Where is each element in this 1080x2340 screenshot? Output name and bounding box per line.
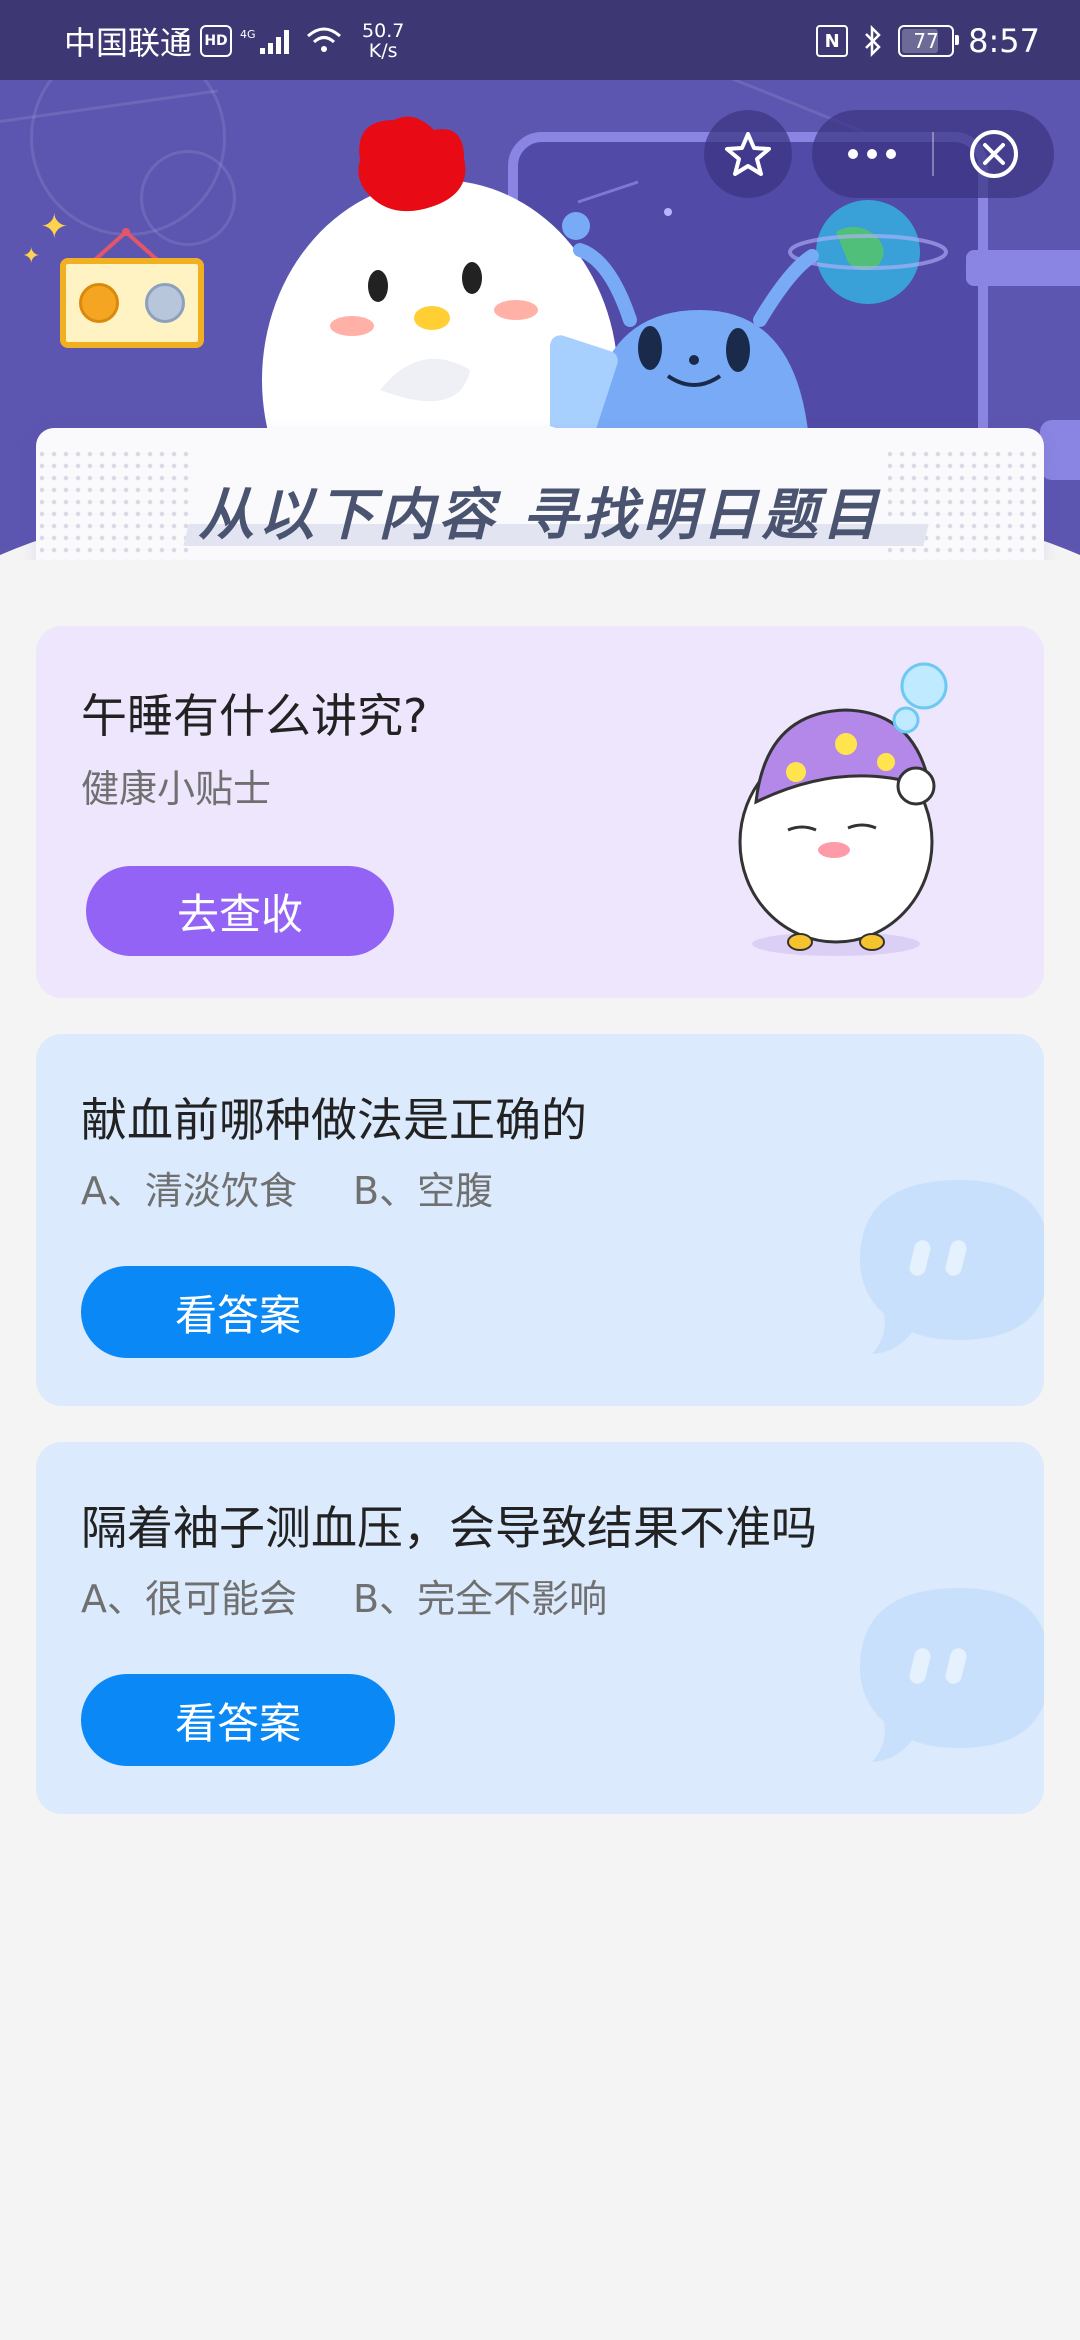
carrier-name: 中国联通 bbox=[64, 24, 193, 62]
banner-title: 从以下内容 寻找明日题目 bbox=[198, 483, 882, 548]
question-card-2: 隔着袖子测血压，会导致结果不准吗 A、很可能会 B、完全不影响 看答案 bbox=[36, 1442, 1044, 1814]
check-tip-button[interactable]: 去查收 bbox=[86, 866, 394, 956]
clock: 8:57 bbox=[968, 22, 1040, 60]
sleeping-mascot-illustration bbox=[738, 662, 948, 956]
option-b: B、空腹 bbox=[353, 1169, 494, 1213]
silver-medal-icon bbox=[145, 283, 185, 323]
chat-bubble-decoration bbox=[860, 1588, 1044, 1762]
health-tip-card: 午睡有什么讲究? 健康小贴士 去查收 bbox=[36, 626, 1044, 998]
question-title-2: 隔着袖子测血压，会导致结果不准吗 bbox=[81, 1501, 817, 1555]
frame-connector bbox=[1040, 420, 1080, 480]
tip-subtitle: 健康小贴士 bbox=[81, 767, 272, 811]
battery-level: 77 bbox=[913, 29, 939, 53]
question-card-1: 献血前哪种做法是正确的 A、清淡饮食 B、空腹 看答案 bbox=[36, 1034, 1044, 1406]
signal-icon: 4G bbox=[240, 28, 290, 54]
more-dot bbox=[886, 149, 896, 159]
nfc-icon: N bbox=[816, 25, 849, 57]
medal-board-decoration bbox=[60, 258, 204, 348]
question-options-1: A、清淡饮食 B、空腹 bbox=[81, 1160, 493, 1215]
frame-connector bbox=[966, 250, 1080, 286]
more-dot bbox=[848, 149, 858, 159]
sparkle-icon: ✦ bbox=[40, 207, 69, 247]
banner-card: 从以下内容 寻找明日题目 bbox=[36, 428, 1044, 560]
mini-program-capsule bbox=[812, 110, 1054, 198]
battery-indicator: 77 bbox=[898, 25, 960, 57]
tip-title: 午睡有什么讲究? bbox=[81, 689, 428, 743]
network-speed-unit: K/s bbox=[368, 40, 398, 62]
close-button[interactable] bbox=[934, 110, 1054, 198]
more-dot bbox=[867, 149, 877, 159]
view-answer-button-2[interactable]: 看答案 bbox=[81, 1674, 395, 1766]
hd-badge: HD bbox=[200, 25, 233, 57]
status-bar: 中国联通 HD 4G 50.7 K/s N 77 8:57 bbox=[0, 0, 1080, 80]
question-title-1: 献血前哪种做法是正确的 bbox=[81, 1093, 587, 1147]
wifi-icon bbox=[307, 27, 342, 52]
view-answer-button-1[interactable]: 看答案 bbox=[81, 1266, 395, 1358]
gold-medal-icon bbox=[79, 283, 119, 323]
network-type: 4G bbox=[240, 28, 256, 41]
favorite-button[interactable] bbox=[704, 110, 792, 198]
question-options-2: A、很可能会 B、完全不影响 bbox=[81, 1568, 607, 1623]
option-b: B、完全不影响 bbox=[353, 1577, 608, 1621]
header-banner-area: ✦ ✦ 从以下内容 寻找明日题目 中国联通 HD 4G 50.7 K/s N 7… bbox=[0, 0, 1080, 560]
bluetooth-icon bbox=[865, 25, 881, 57]
chat-bubble-decoration bbox=[860, 1180, 1044, 1354]
network-speed-value: 50.7 bbox=[362, 20, 405, 42]
network-speed: 50.7 K/s bbox=[362, 21, 404, 61]
option-a: A、很可能会 bbox=[81, 1577, 297, 1621]
sparkle-icon: ✦ bbox=[22, 244, 41, 269]
close-circle-icon bbox=[970, 130, 1018, 178]
more-button[interactable] bbox=[812, 110, 932, 198]
option-a: A、清淡饮食 bbox=[81, 1169, 297, 1213]
star-icon bbox=[725, 132, 771, 176]
